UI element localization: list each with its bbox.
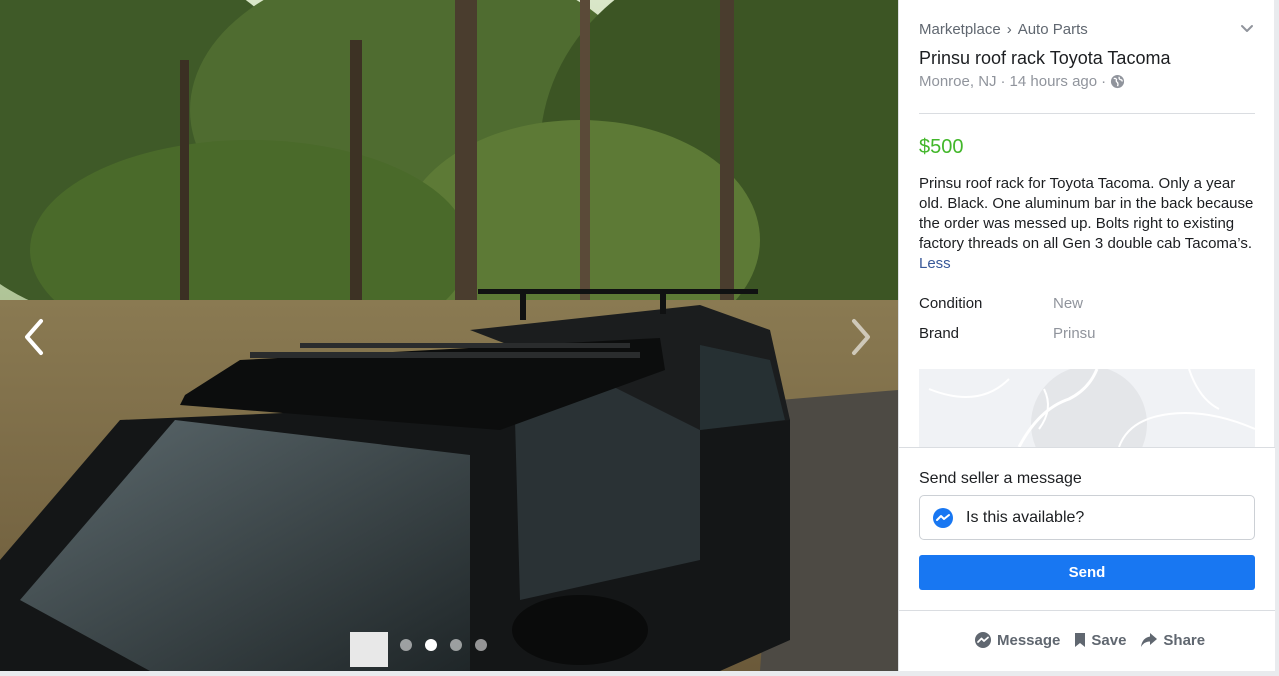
message-seller-section: Send seller a message Send Message xyxy=(899,447,1275,671)
breadcrumb: Marketplace › Auto Parts xyxy=(919,21,1088,38)
bookmark-icon xyxy=(1075,633,1086,647)
save-label: Save xyxy=(1091,631,1127,649)
map-image xyxy=(919,369,1255,447)
photo-dot-4[interactable] xyxy=(475,639,487,651)
share-arrow-icon xyxy=(1141,633,1158,647)
messenger-icon xyxy=(933,507,953,528)
actions-divider xyxy=(899,610,1275,611)
send-button[interactable]: Send xyxy=(919,555,1255,590)
message-action-button[interactable]: Message xyxy=(974,631,1060,649)
location-map[interactable] xyxy=(919,369,1255,447)
breadcrumb-marketplace[interactable]: Marketplace xyxy=(919,21,1001,38)
listing-title: Prinsu roof rack Toyota Tacoma xyxy=(919,48,1171,68)
listing-detail-panel: Marketplace › Auto Parts Prinsu roof rac… xyxy=(898,0,1275,671)
chevron-left-icon xyxy=(25,319,43,355)
previous-photo-button[interactable] xyxy=(14,315,54,359)
listing-photo xyxy=(0,0,898,671)
listing-meta: Monroe, NJ · 14 hours ago · xyxy=(919,73,1125,90)
message-input[interactable] xyxy=(966,508,1236,527)
meta-separator: · xyxy=(1101,73,1107,90)
chevron-right-icon xyxy=(852,319,870,355)
photo-dot-3[interactable] xyxy=(450,639,462,651)
attribute-row-brand: Brand Prinsu xyxy=(919,325,1096,342)
photo-dot-1[interactable] xyxy=(400,639,412,651)
description-text: Prinsu roof rack for Toyota Tacoma. Only… xyxy=(919,175,1254,252)
message-section-label: Send seller a message xyxy=(919,470,1082,487)
attribute-row-condition: Condition New xyxy=(919,295,1083,312)
meta-separator: · xyxy=(1000,73,1006,90)
globe-icon xyxy=(1111,74,1125,89)
photo-dot-2[interactable] xyxy=(425,639,437,651)
next-photo-button[interactable] xyxy=(841,315,881,359)
message-action-label: Message xyxy=(997,631,1061,649)
save-button[interactable]: Save xyxy=(1074,631,1126,649)
breadcrumb-separator: › xyxy=(1006,21,1012,38)
photo-pagination xyxy=(400,639,487,651)
listing-actions: Message Save Share xyxy=(974,631,1205,649)
attribute-value: Prinsu xyxy=(1053,325,1096,342)
attribute-key: Condition xyxy=(919,295,983,312)
attribute-value: New xyxy=(1053,295,1084,312)
share-label: Share xyxy=(1163,631,1206,649)
chevron-down-icon[interactable] xyxy=(1239,20,1255,36)
share-button[interactable]: Share xyxy=(1140,631,1205,649)
listing-photo-viewer xyxy=(0,0,898,671)
message-input-box[interactable] xyxy=(919,495,1255,540)
breadcrumb-auto-parts[interactable]: Auto Parts xyxy=(1018,21,1088,38)
listing-description: Prinsu roof rack for Toyota Tacoma. Only… xyxy=(919,174,1259,274)
show-less-link[interactable]: Less xyxy=(919,255,951,272)
listing-time: 14 hours ago xyxy=(1009,73,1098,90)
listing-price: $500 xyxy=(919,136,964,158)
listing-location[interactable]: Monroe, NJ xyxy=(919,73,997,90)
section-divider xyxy=(919,113,1255,114)
attribute-key: Brand xyxy=(919,325,960,342)
messenger-icon xyxy=(975,632,991,648)
